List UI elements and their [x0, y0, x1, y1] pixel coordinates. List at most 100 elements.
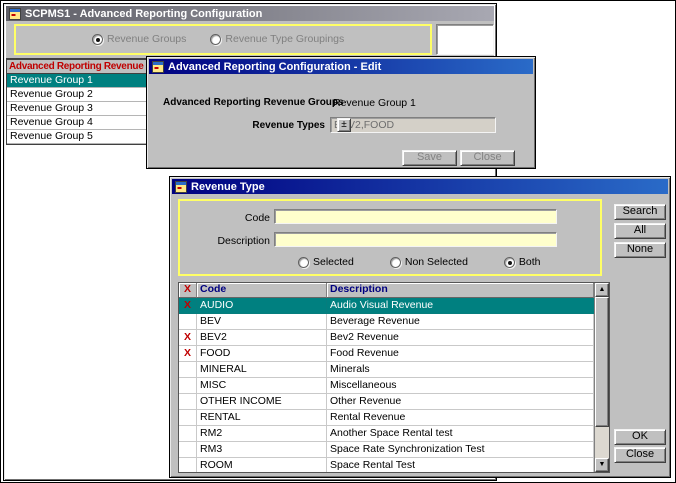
toolbar-side-field [436, 24, 494, 55]
row-description: Other Revenue [327, 394, 594, 410]
row-description: Food Revenue [327, 346, 594, 362]
scroll-up-icon[interactable]: ▲ [595, 283, 609, 297]
radio-icon [390, 257, 401, 268]
row-description: Minerals [327, 362, 594, 378]
row-description: Beverage Revenue [327, 314, 594, 330]
revenue-type-row[interactable]: ROOM Space Rental Test [179, 458, 609, 473]
revenue-type-row[interactable]: BEV Beverage Revenue [179, 314, 609, 330]
row-mark [179, 378, 197, 394]
row-mark: X [179, 346, 197, 362]
revenue-group-label: Revenue Group 3 [10, 102, 93, 114]
revenue-groups-grid: Advanced Reporting Revenue Gr Revenue Gr… [6, 59, 148, 145]
row-description: Space Rental Test [327, 458, 594, 473]
radio-label: Selected [313, 256, 354, 268]
row-mark [179, 362, 197, 378]
row-code: BEV2 [197, 330, 327, 346]
filter-radio-option[interactable]: Both [504, 256, 541, 268]
revenue-type-row[interactable]: OTHER INCOME Other Revenue [179, 394, 609, 410]
filter-radio-group: Selected Non Selected Both [298, 256, 541, 268]
main-toolbar: Revenue Groups Revenue Type Groupings [6, 21, 494, 59]
revenue-type-row[interactable]: RM3 Space Rate Synchronization Test [179, 442, 609, 458]
revenue-types-field[interactable]: BEV2,FOOD [330, 117, 496, 133]
mode-radio-panel: Revenue Groups Revenue Type Groupings [14, 24, 432, 55]
code-column-header: Code [197, 283, 327, 298]
revenue-group-label: Revenue Group 2 [10, 88, 93, 100]
row-description: Bev2 Revenue [327, 330, 594, 346]
revenue-type-row[interactable]: X AUDIO Audio Visual Revenue [179, 298, 609, 314]
revenue-type-titlebar[interactable]: Revenue Type [172, 179, 668, 194]
radio-icon [298, 257, 309, 268]
revenue-type-row[interactable]: RM2 Another Space Rental test [179, 426, 609, 442]
code-label: Code [200, 212, 270, 224]
row-mark: X [179, 330, 197, 346]
revenue-group-row[interactable]: Revenue Group 1 [7, 74, 147, 88]
radio-label: Non Selected [405, 256, 468, 268]
row-code: BEV [197, 314, 327, 330]
row-mark [179, 426, 197, 442]
radio-label: Both [519, 256, 541, 268]
row-code: AUDIO [197, 298, 327, 314]
row-mark [179, 394, 197, 410]
edit-window-titlebar[interactable]: Advanced Reporting Configuration - Edit [149, 59, 533, 74]
window-icon [152, 61, 164, 73]
mode-radio-option[interactable]: Revenue Type Groupings [210, 33, 344, 45]
row-code: FOOD [197, 346, 327, 362]
revenue-type-grid-header: X Code Description [179, 283, 609, 298]
revenue-type-row[interactable]: MISC Miscellaneous [179, 378, 609, 394]
revenue-group-row[interactable]: Revenue Group 2 [7, 88, 147, 102]
row-code: RM3 [197, 442, 327, 458]
mark-column-header: X [179, 283, 197, 298]
row-mark [179, 314, 197, 330]
search-button[interactable]: Search [614, 204, 666, 220]
radio-icon [210, 34, 221, 45]
vertical-scrollbar[interactable]: ▲ ▼ [594, 283, 609, 472]
row-code: MINERAL [197, 362, 327, 378]
radio-icon [92, 34, 103, 45]
scrollbar-thumb[interactable] [595, 297, 609, 427]
revenue-groups-label: Advanced Reporting Revenue Groups [163, 97, 344, 108]
revenue-types-lov-button[interactable]: ± [337, 118, 351, 132]
edit-close-button[interactable]: Close [460, 150, 515, 166]
main-window-titlebar[interactable]: SCPMS1 - Advanced Reporting Configuratio… [6, 6, 494, 21]
all-button[interactable]: All [614, 223, 666, 239]
row-mark: X [179, 298, 197, 314]
revenue-type-row[interactable]: X FOOD Food Revenue [179, 346, 609, 362]
row-mark [179, 410, 197, 426]
close-button[interactable]: Close [614, 447, 666, 463]
row-description: Audio Visual Revenue [327, 298, 594, 314]
revenue-type-row[interactable]: RENTAL Rental Revenue [179, 410, 609, 426]
radio-label: Revenue Type Groupings [225, 33, 344, 45]
save-button[interactable]: Save [402, 150, 457, 166]
scroll-down-icon[interactable]: ▼ [595, 458, 609, 472]
row-code: RENTAL [197, 410, 327, 426]
description-input[interactable] [274, 232, 557, 247]
row-code: RM2 [197, 426, 327, 442]
filter-radio-option[interactable]: Selected [298, 256, 354, 268]
revenue-type-row[interactable]: X BEV2 Bev2 Revenue [179, 330, 609, 346]
row-code: MISC [197, 378, 327, 394]
edit-window: Advanced Reporting Configuration - Edit … [146, 56, 536, 169]
filter-radio-option[interactable]: Non Selected [390, 256, 468, 268]
code-input[interactable] [274, 209, 557, 224]
radio-label: Revenue Groups [107, 33, 186, 45]
row-mark [179, 442, 197, 458]
row-code: ROOM [197, 458, 327, 473]
revenue-group-row[interactable]: Revenue Group 4 [7, 116, 147, 130]
row-description: Space Rate Synchronization Test [327, 442, 594, 458]
revenue-group-row[interactable]: Revenue Group 5 [7, 130, 147, 144]
revenue-type-row[interactable]: MINERAL Minerals [179, 362, 609, 378]
row-description: Another Space Rental test [327, 426, 594, 442]
ok-button[interactable]: OK [614, 429, 666, 445]
revenue-group-label: Revenue Group 5 [10, 130, 93, 142]
revenue-type-window: Revenue Type Code Description Selected N… [169, 176, 671, 478]
application-screen: SCPMS1 - Advanced Reporting Configuratio… [0, 0, 676, 483]
revenue-group-row[interactable]: Revenue Group 3 [7, 102, 147, 116]
row-description: Rental Revenue [327, 410, 594, 426]
mode-radio-option[interactable]: Revenue Groups [92, 33, 186, 45]
none-button[interactable]: None [614, 242, 666, 258]
row-code: OTHER INCOME [197, 394, 327, 410]
revenue-group-label: Revenue Group 1 [10, 74, 93, 86]
window-icon [175, 181, 187, 193]
revenue-type-grid: X Code Description X AUDIO Audio Visual … [178, 282, 610, 473]
window-icon [9, 8, 21, 20]
